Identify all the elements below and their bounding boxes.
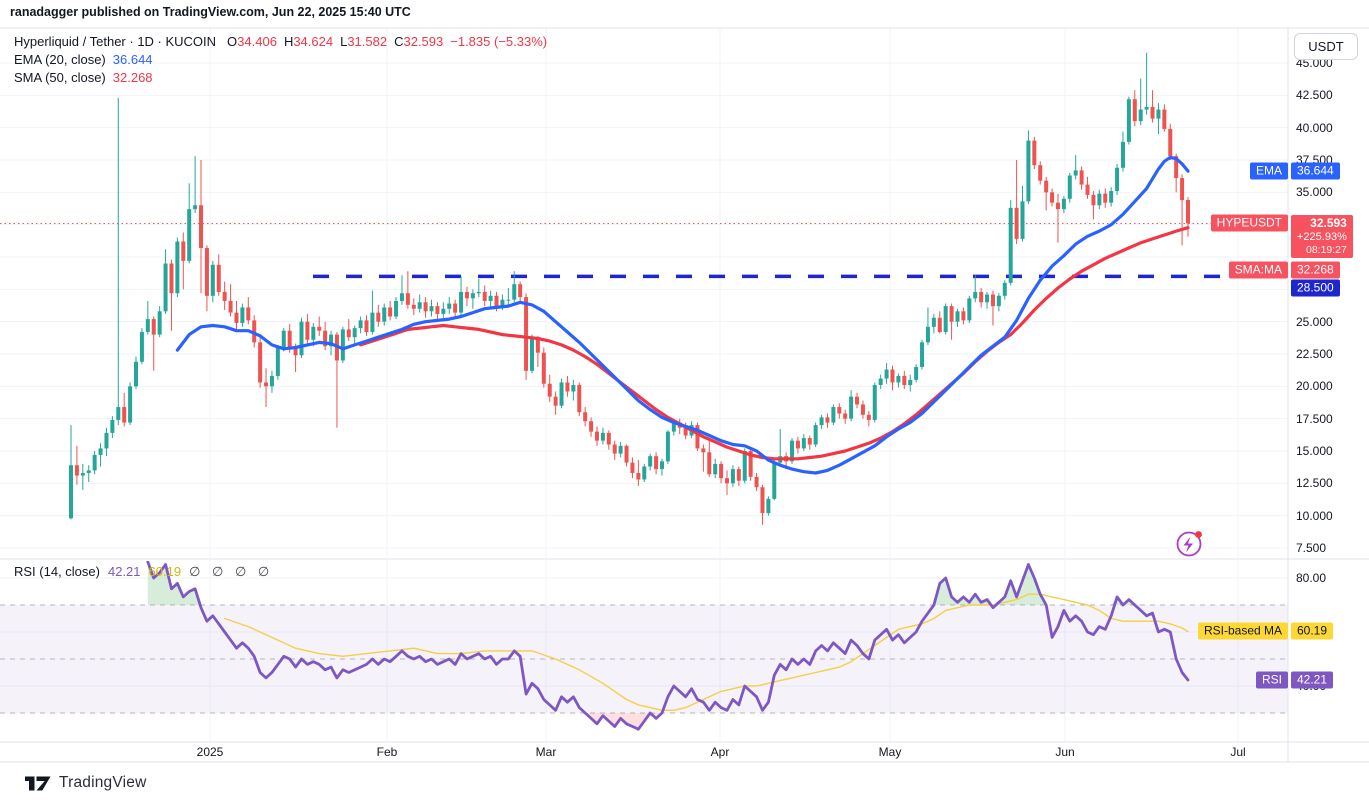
chart-legend: Hyperliquid / Tether · 1D · KUCOIN O34.4… xyxy=(14,34,547,88)
ema-legend-row: EMA (20, close) 36.644 xyxy=(14,52,547,69)
time-tick-label: Jul xyxy=(1230,745,1245,759)
rsi-overbought-fill xyxy=(148,562,1188,605)
rsi-band xyxy=(0,605,1288,713)
rsi-legend-value: 42.21 xyxy=(108,564,141,579)
symbol-title: Hyperliquid / Tether · 1D · KUCOIN xyxy=(14,34,216,49)
sma-value-badge: 32.268 xyxy=(1291,262,1340,279)
boost-flash-icon[interactable] xyxy=(1178,531,1202,555)
price-tick-label: 17.500 xyxy=(1296,412,1333,426)
price-tick-label: 25.000 xyxy=(1296,315,1333,329)
currency-usdt-button[interactable]: USDT xyxy=(1294,33,1358,60)
time-tick-label: Feb xyxy=(377,745,398,759)
sma-legend-value: 32.268 xyxy=(113,70,153,85)
price-tick-label: 22.500 xyxy=(1296,347,1333,361)
last-price-value: 32.593 xyxy=(1297,217,1347,231)
rsi-tick-label: 80.00 xyxy=(1296,571,1326,585)
price-tick-label: 15.000 xyxy=(1296,444,1333,458)
bar-countdown: 08:19:27 xyxy=(1297,244,1347,256)
tradingview-published-chart: ranadagger published on TradingView.com,… xyxy=(0,0,1369,801)
ema-legend-label: EMA (20, close) xyxy=(14,52,106,67)
support-level-badge: 28.500 xyxy=(1291,280,1340,297)
ema-legend-value: 36.644 xyxy=(113,52,153,67)
sma-plot-label: SMA:MA xyxy=(1229,262,1288,279)
tradingview-logo-icon xyxy=(25,775,52,792)
ema-plot-label: EMA xyxy=(1250,163,1288,180)
rsi-legend: RSI (14, close) 42.21 60.19 ∅ ∅ ∅ ∅ xyxy=(14,564,273,580)
time-tick-label: Mar xyxy=(536,745,557,759)
candlestick-series xyxy=(69,53,1190,525)
ema-value-badge: 36.644 xyxy=(1291,163,1340,180)
time-tick-label: May xyxy=(879,745,902,759)
price-tick-label: 10.000 xyxy=(1296,509,1333,523)
tradingview-logo-text: TradingView xyxy=(59,774,147,792)
change-value: −1.835 (−5.33%) xyxy=(450,34,547,49)
chart-canvas[interactable] xyxy=(0,0,1369,801)
rsi-ma-plot-label: RSI-based MA xyxy=(1198,623,1288,640)
price-tick-label: 12.500 xyxy=(1296,476,1333,490)
rsi-empty-params: ∅ ∅ ∅ ∅ xyxy=(189,564,273,580)
tradingview-logo[interactable]: TradingView xyxy=(25,774,147,792)
time-tick-label: Apr xyxy=(711,745,730,759)
time-tick-label: Jun xyxy=(1055,745,1074,759)
ohlc-low: L31.582 xyxy=(340,34,387,49)
price-tick-label: 20.000 xyxy=(1296,379,1333,393)
ema20-line xyxy=(177,157,1188,473)
price-tick-label: 40.000 xyxy=(1296,121,1333,135)
ohlc-open: O34.406 xyxy=(227,34,277,49)
rsi-value-badge: 42.21 xyxy=(1291,672,1333,689)
last-price-badge: 32.593 +225.93% 08:19:27 xyxy=(1291,215,1353,258)
change-percent-badge: +225.93% xyxy=(1297,231,1347,244)
rsi-plot-label: RSI xyxy=(1256,672,1288,689)
sma-legend-label: SMA (50, close) xyxy=(14,70,106,85)
price-tick-label: 7.500 xyxy=(1296,541,1326,555)
ohlc-close: C32.593 xyxy=(394,34,443,49)
rsi-ma-value-badge: 60.19 xyxy=(1291,623,1333,640)
symbol-plot-label: HYPEUSDT xyxy=(1211,215,1288,232)
rsi-ma-legend-value: 60.19 xyxy=(149,564,182,579)
price-tick-label: 42.500 xyxy=(1296,88,1333,102)
symbol-legend-row: Hyperliquid / Tether · 1D · KUCOIN O34.4… xyxy=(14,34,547,51)
time-tick-label: 2025 xyxy=(197,745,224,759)
sma50-line xyxy=(361,228,1188,459)
attribution-text: ranadagger published on TradingView.com,… xyxy=(10,5,411,19)
rsi-legend-label: RSI (14, close) xyxy=(14,564,100,579)
rsi-oversold-fill xyxy=(148,713,1188,729)
price-tick-label: 35.000 xyxy=(1296,185,1333,199)
sma-legend-row: SMA (50, close) 32.268 xyxy=(14,70,547,87)
ohlc-high: H34.624 xyxy=(284,34,333,49)
